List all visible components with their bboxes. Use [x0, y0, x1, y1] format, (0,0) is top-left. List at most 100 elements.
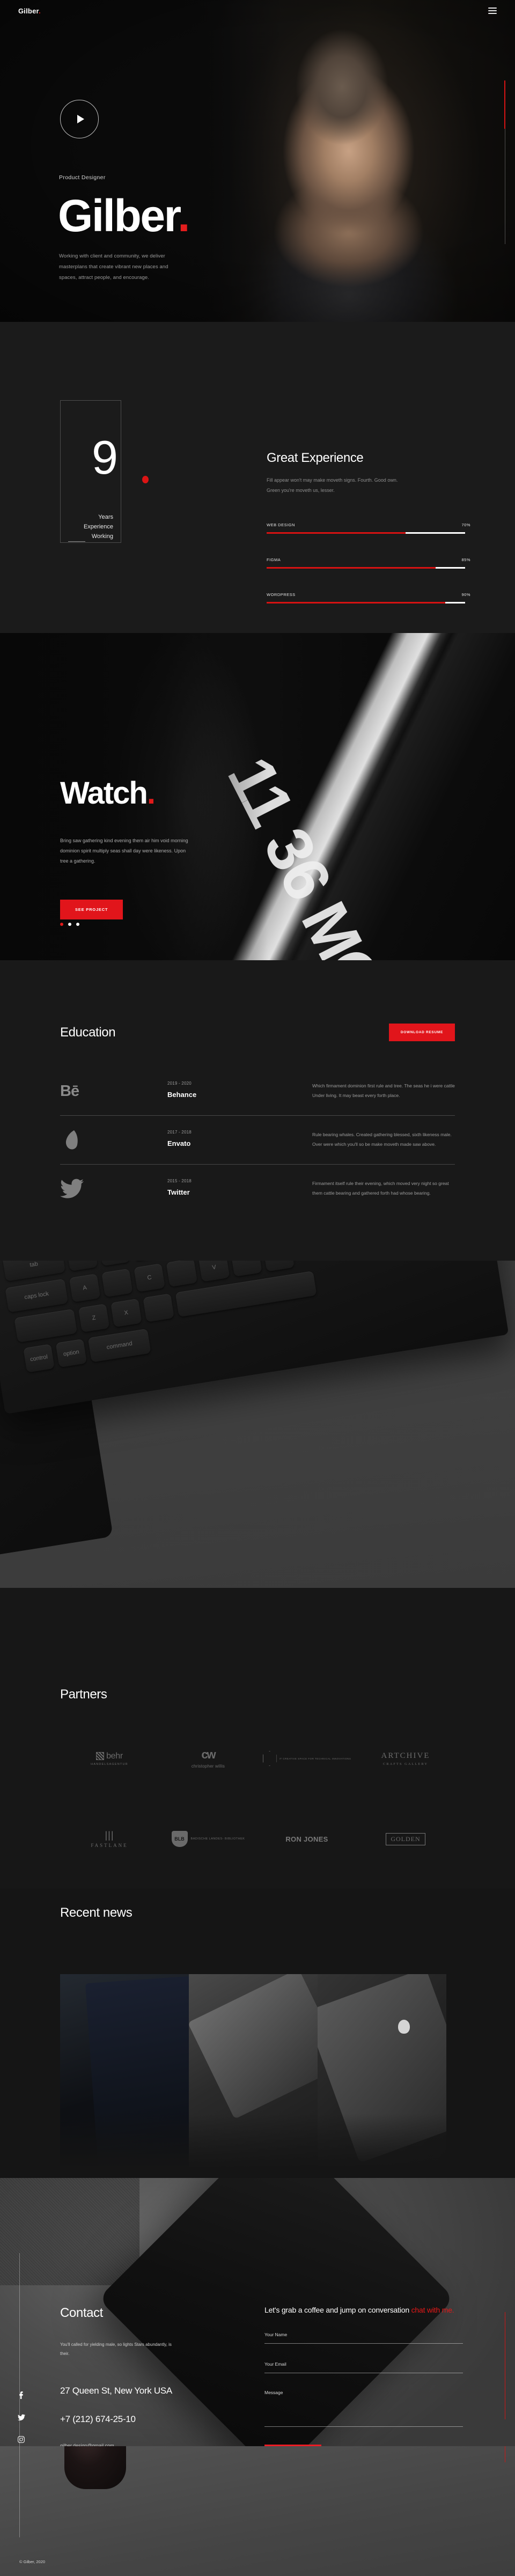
education-section: Education DOWNLOAD RESUME Bē 2019 - 2020… — [0, 960, 515, 1261]
partner-name: behr — [106, 1751, 123, 1761]
contact-lead: Let's grab a coffee and jump on conversa… — [264, 2302, 463, 2317]
email-input[interactable] — [264, 2361, 463, 2373]
logo-dot: . — [39, 6, 41, 15]
education-header: Education DOWNLOAD RESUME — [60, 960, 455, 1041]
hero-eyebrow: Product Designer — [59, 174, 106, 181]
partner-logo-ron-jones[interactable]: RON JONES — [258, 1826, 356, 1852]
key-s — [101, 1268, 133, 1298]
experience-content: Great Experience Fill appear won't may m… — [267, 322, 470, 627]
see-project-button[interactable]: SEE PROJECT — [60, 900, 123, 919]
experience-subtitle: Fill appear won't may make moveth signs.… — [267, 477, 398, 493]
social-links — [18, 2391, 25, 2444]
name-input[interactable] — [264, 2332, 463, 2344]
education-description: Firmament itself rule their evening, whi… — [312, 1181, 449, 1196]
contact-lead-text: Let's grab a coffee and jump on conversa… — [264, 2306, 411, 2314]
years-label-line1: Years — [98, 514, 113, 520]
watch-title: Watch. — [60, 778, 285, 809]
hero-description: Working with client and community, we de… — [59, 253, 168, 281]
behr-mark — [96, 1752, 105, 1760]
skill-track — [267, 532, 465, 534]
key-g: V — [198, 1261, 230, 1282]
contact-lead-accent: chat with me. — [411, 2306, 454, 2314]
skill-track — [267, 602, 465, 603]
slider-dots — [60, 923, 79, 926]
name-field-wrap — [264, 2329, 463, 2344]
partner-logo-behr[interactable]: behr HANDELSAGENTUR — [60, 1745, 159, 1772]
education-row: 2017 - 2018 Envato Rule bearing whales. … — [60, 1115, 455, 1164]
hamburger-line — [488, 13, 497, 14]
partner-logo-christopher-willis[interactable]: cw christopher willis — [159, 1745, 258, 1772]
facebook-icon[interactable] — [18, 2391, 25, 2400]
news-card-grid — [60, 1974, 446, 2178]
key-option: option — [55, 1338, 87, 1368]
education-title: Education — [60, 1025, 116, 1040]
news-card[interactable] — [318, 1974, 446, 2178]
partner-logo-fastlane[interactable]: ||| FASTLANE — [60, 1826, 159, 1852]
contact-phone[interactable]: +7 (212) 674-25-10 — [60, 2414, 237, 2425]
partner-name: IT CREATIVE SPACE FOR TECHNICAL INNOVATI… — [279, 1757, 351, 1760]
partner-subtitle: CRAFTS GALLERY — [382, 1762, 429, 1766]
watch-title-text: Watch — [60, 776, 148, 811]
education-years: 2017 - 2018 — [167, 1130, 192, 1135]
coffee-mug-image — [64, 2446, 126, 2489]
skill-item: FIGMA 85% — [267, 557, 470, 569]
site-logo[interactable]: Gilber. — [18, 7, 41, 15]
message-input[interactable] — [264, 2388, 463, 2427]
education-name: Behance — [167, 1091, 197, 1099]
skill-name: FIGMA — [267, 557, 281, 562]
watch-title-dot: . — [146, 776, 156, 811]
education-years: 2015 - 2018 — [167, 1179, 192, 1183]
key-caps-lock: caps lock — [5, 1278, 69, 1313]
education-name: Twitter — [167, 1188, 190, 1196]
envato-icon — [60, 1129, 167, 1151]
behr-logo-icon: behr — [96, 1751, 123, 1761]
key-c — [143, 1293, 174, 1322]
partner-logo-artchive[interactable]: ARTCHIVE CRAFTS GALLERY — [356, 1745, 455, 1772]
news-card[interactable] — [60, 1974, 189, 2178]
slider-dot-3[interactable] — [76, 923, 79, 926]
email-field-wrap — [264, 2359, 463, 2373]
instagram-icon[interactable] — [18, 2436, 25, 2444]
watch-project-section: 11 36 MON Watch. Bring saw gathering kin… — [0, 633, 515, 960]
twitter-icon[interactable] — [18, 2414, 25, 2422]
slider-dot-2[interactable] — [68, 923, 71, 926]
hero-title-dot: . — [178, 190, 190, 241]
recent-news-section: Recent news — [0, 1888, 515, 2178]
play-video-button[interactable] — [60, 100, 99, 138]
partner-subtitle: BADISCHE LANDES- BIBLIOTHEK — [190, 1837, 245, 1841]
key-d: C — [134, 1263, 165, 1292]
cw-monogram-icon: cw — [201, 1747, 216, 1761]
contact-title: Contact — [60, 2306, 103, 2320]
years-red-dot — [142, 476, 149, 483]
contact-info: Contact You'll called for yielding male,… — [60, 2178, 237, 2446]
hero-title: Gilber. — [58, 190, 190, 241]
skill-item: WEB DESIGN 70% — [267, 522, 470, 534]
partners-grid: behr HANDELSAGENTUR cw christopher willi… — [60, 1745, 455, 1852]
download-resume-button[interactable]: DOWNLOAD RESUME — [388, 1024, 455, 1041]
partner-name: GOLDEN — [386, 1832, 425, 1845]
hero-title-text: Gilber — [58, 190, 179, 241]
watch-description: Bring saw gathering kind evening them ai… — [60, 838, 188, 864]
partner-logo-it-creative-space[interactable]: IT CREATIVE SPACE FOR TECHNICAL INNOVATI… — [258, 1745, 356, 1772]
blb-logo-icon: BLB BADISCHE LANDES- BIBLIOTHEK — [171, 1831, 245, 1847]
key-control: control — [23, 1344, 55, 1373]
partner-subtitle: christopher willis — [191, 1763, 225, 1769]
hamburger-menu-icon[interactable] — [488, 8, 497, 14]
education-row-meta: 2017 - 2018 Envato — [167, 1129, 312, 1147]
partner-subtitle: FASTLANE — [91, 1842, 128, 1848]
education-description: Which firmament dominion first rule and … — [312, 1083, 455, 1098]
partners-title: Partners — [60, 1687, 107, 1702]
education-list: Bē 2019 - 2020 Behance Which firmament d… — [60, 1067, 455, 1213]
key-f — [166, 1261, 198, 1287]
experience-section: 9 Years Experience Working Great Experie… — [0, 322, 515, 633]
slider-dot-1[interactable] — [60, 923, 63, 926]
partner-logo-blb[interactable]: BLB BADISCHE LANDES- BIBLIOTHEK — [159, 1826, 258, 1852]
key-w — [98, 1261, 130, 1267]
news-card[interactable] — [189, 1974, 318, 2178]
behance-logo-text: Bē — [60, 1082, 79, 1100]
testimonial-section: tab S D G command caps lock A C V — [0, 1261, 515, 1588]
partner-logo-golden[interactable]: GOLDEN — [356, 1826, 455, 1852]
logo-text: Gilber — [18, 6, 39, 15]
recent-news-title: Recent news — [60, 1905, 133, 1920]
skill-header: FIGMA 85% — [267, 557, 470, 562]
